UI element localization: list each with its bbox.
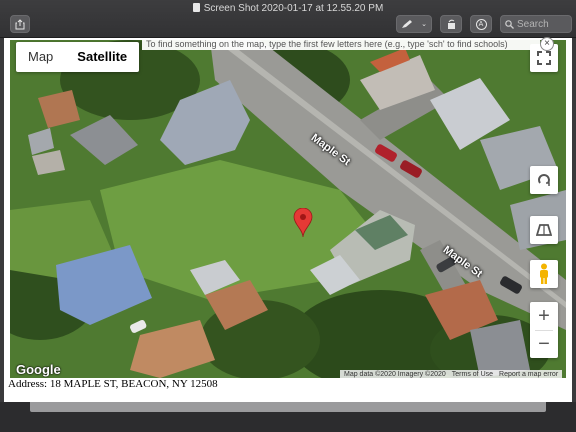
satellite-map[interactable]: Maple St Maple St Map Satellite + − Goog… (10, 40, 566, 378)
map-data-credit: Map data ©2020 Imagery ©2020 (344, 371, 446, 378)
satellite-imagery (10, 40, 566, 378)
share-button[interactable] (10, 15, 30, 33)
fullscreen-icon (537, 51, 551, 65)
annotate-button[interactable]: A (470, 15, 492, 33)
street-view-button[interactable] (530, 260, 558, 288)
map-attribution: Map data ©2020 Imagery ©2020 Terms of Us… (340, 370, 563, 378)
red-pin-icon[interactable] (293, 208, 313, 238)
rotate-icon (447, 19, 455, 29)
search-field[interactable] (500, 15, 572, 33)
document-icon (192, 3, 200, 12)
window-title: Screen Shot 2020-01-17 at 12.55.20 PM (0, 3, 576, 14)
search-icon (505, 19, 514, 29)
pegman-icon (540, 263, 548, 284)
page-bottom-edge (30, 402, 546, 412)
zoom-out-button[interactable]: − (530, 330, 558, 358)
map-tab[interactable]: Map (16, 42, 65, 72)
close-hint-button[interactable]: × (540, 37, 554, 51)
rotate-button[interactable] (440, 15, 462, 33)
markup-pen-icon (402, 20, 413, 28)
annotate-icon: A (475, 18, 487, 30)
rotate-map-button[interactable] (530, 166, 558, 194)
chevron-down-icon: ⌄ (421, 21, 427, 28)
map-type-control: Map Satellite (16, 42, 140, 72)
google-logo[interactable]: Google (16, 362, 61, 377)
zoom-control: + − (530, 302, 558, 358)
document-page: Maple St Maple St Map Satellite + − Goog… (4, 37, 572, 402)
search-input[interactable] (517, 18, 569, 30)
address-text: Address: 18 MAPLE ST, BEACON, NY 12508 (8, 378, 218, 390)
terms-of-use-link[interactable]: Terms of Use (452, 370, 493, 378)
window-titlebar: Screen Shot 2020-01-17 at 12.55.20 PM ⌄ … (0, 0, 576, 38)
satellite-tab[interactable]: Satellite (65, 42, 139, 72)
share-icon (15, 18, 25, 29)
zoom-divider (535, 330, 553, 331)
tilt-map-button[interactable] (530, 216, 558, 244)
tilt-icon (536, 224, 552, 236)
rotate-map-icon (538, 174, 550, 186)
markup-button[interactable]: ⌄ (396, 15, 432, 33)
report-map-error-link[interactable]: Report a map error (499, 370, 558, 378)
zoom-in-button[interactable]: + (530, 302, 558, 330)
map-search-hint[interactable]: To find something on the map, type the f… (142, 38, 540, 50)
